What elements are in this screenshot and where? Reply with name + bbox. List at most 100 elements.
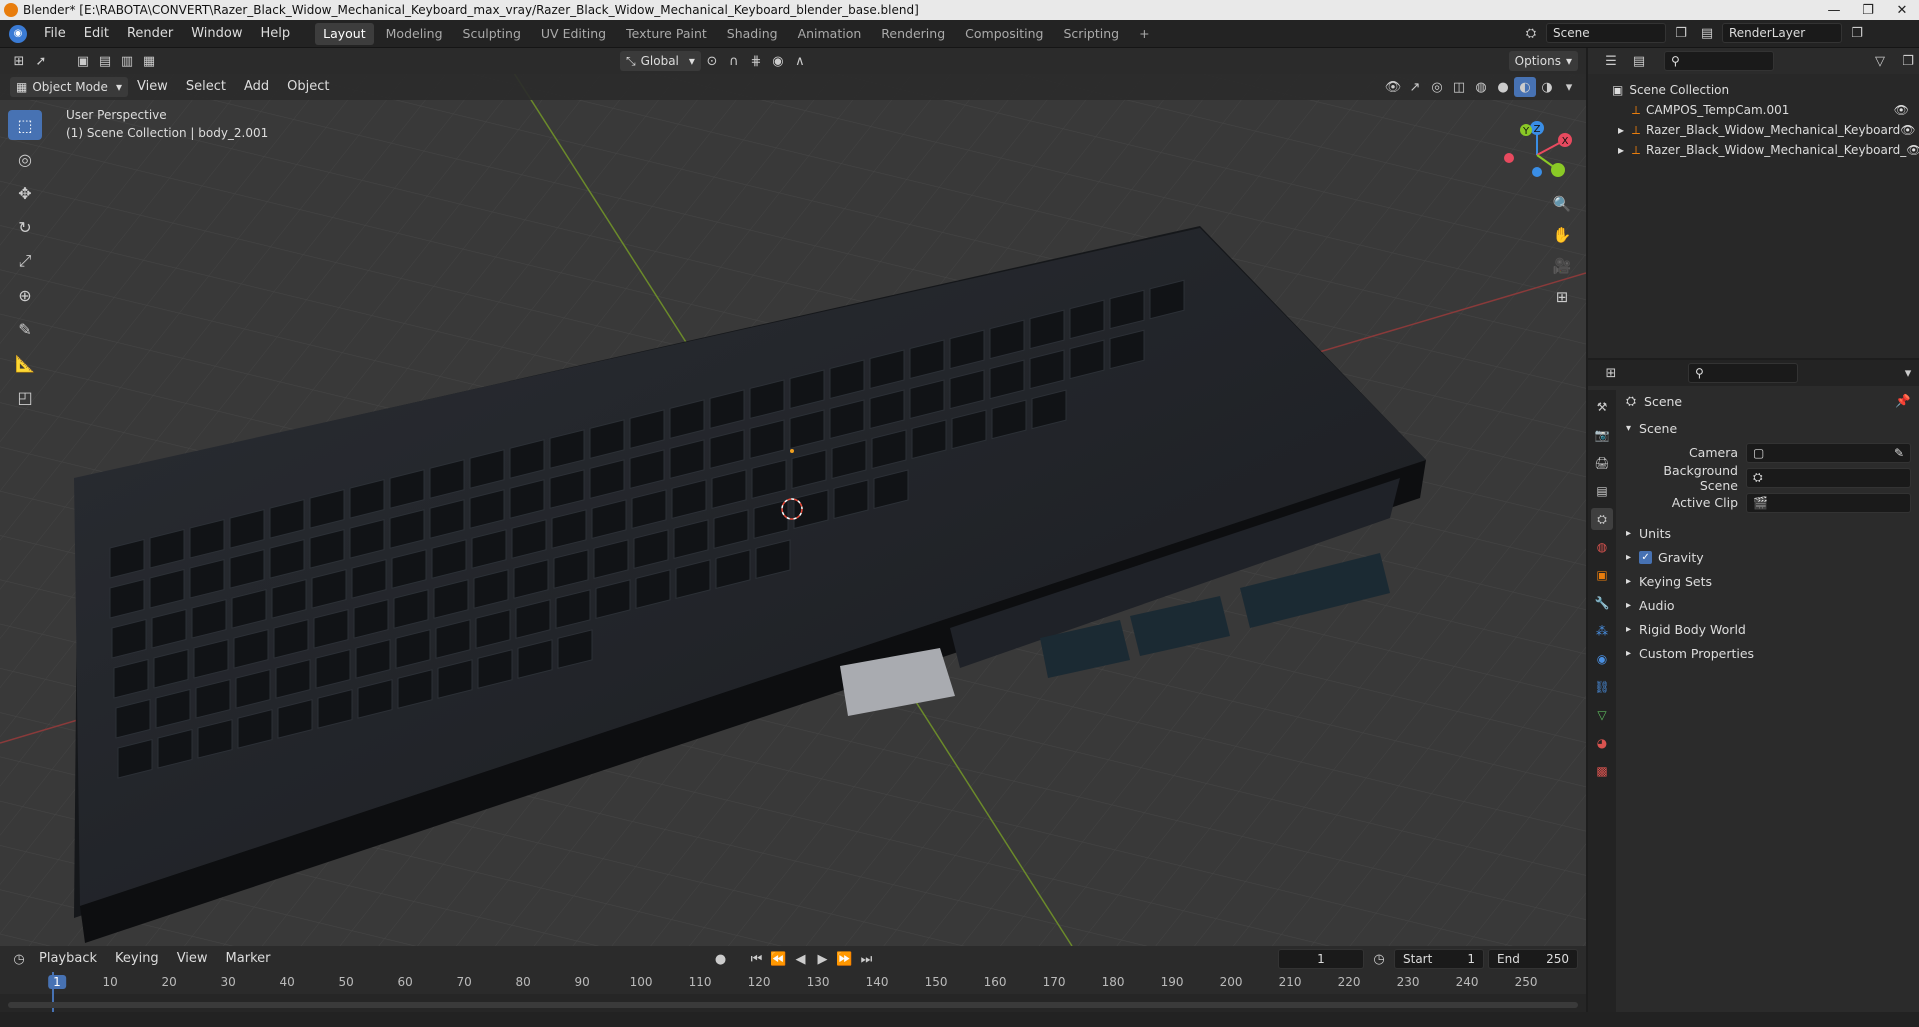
audio-panel-header[interactable]: ▸ Audio [1626, 593, 1911, 617]
background-scene-field[interactable]: ⛭ [1746, 467, 1911, 488]
viewport-menu-view[interactable]: View [128, 73, 177, 101]
render-tab-icon[interactable]: 📷 [1591, 424, 1613, 446]
gravity-checkbox[interactable]: ✓ [1639, 550, 1653, 564]
gizmo-y-label[interactable]: Y [1522, 126, 1530, 137]
tab-compositing[interactable]: Compositing [957, 23, 1051, 45]
select-tool-icon[interactable]: ➚ [30, 51, 52, 71]
record-icon[interactable]: ● [709, 949, 731, 969]
expand-arrow-icon[interactable]: ▸ [1618, 123, 1624, 137]
properties-editor-type-icon[interactable]: ⊞ [1600, 363, 1622, 383]
measure-tool-icon[interactable]: 📐 [8, 348, 42, 378]
menu-window[interactable]: Window [182, 20, 251, 48]
move-tool-icon[interactable]: ✥ [8, 178, 42, 208]
scale-tool-icon[interactable]: ⤢ [8, 246, 42, 276]
outliner-search-input[interactable]: ⚲ [1664, 51, 1774, 71]
select-box-invert-icon[interactable]: ▦ [138, 51, 160, 71]
tab-scripting[interactable]: Scripting [1056, 23, 1128, 45]
timeline-editor-type-icon[interactable]: ◷ [8, 949, 30, 969]
tab-texture-paint[interactable]: Texture Paint [618, 23, 715, 45]
expand-arrow-icon[interactable]: ▸ [1618, 143, 1624, 157]
tab-modeling[interactable]: Modeling [378, 23, 451, 45]
menu-edit[interactable]: Edit [75, 20, 118, 48]
annotate-tool-icon[interactable]: ✎ [8, 314, 42, 344]
timeline-menu-keying[interactable]: Keying [106, 945, 168, 973]
play-reverse-icon[interactable]: ◀ [789, 949, 811, 969]
maximize-button[interactable]: ❐ [1851, 0, 1885, 20]
output-tab-icon[interactable]: 🖨 [1591, 452, 1613, 474]
add-cube-tool-icon[interactable]: ◰ [8, 382, 42, 412]
tab-uv-editing[interactable]: UV Editing [533, 23, 614, 45]
minimize-button[interactable]: — [1817, 0, 1851, 20]
camera-field[interactable]: ▢ ✎ [1746, 442, 1911, 463]
eye-icon[interactable]: 👁 [1906, 143, 1919, 157]
menu-render[interactable]: Render [118, 20, 182, 48]
tab-layout[interactable]: Layout [315, 22, 374, 45]
material-tab-icon[interactable]: ◕ [1591, 732, 1613, 754]
viewport-menu-add[interactable]: Add [235, 73, 278, 101]
solid-shading-icon[interactable]: ● [1492, 77, 1514, 97]
pivot-point-icon[interactable]: ⊙ [701, 51, 723, 71]
viewport-menu-object[interactable]: Object [278, 73, 338, 101]
gravity-panel-header[interactable]: ▸ ✓ Gravity [1626, 545, 1911, 569]
tool-tab-icon[interactable]: ⚒ [1591, 396, 1613, 418]
chevron-down-icon[interactable]: ▾ [1897, 363, 1919, 383]
timeline-menu-marker[interactable]: Marker [217, 945, 280, 973]
outliner-editor-type-icon[interactable]: ☰ [1600, 51, 1622, 71]
scene-tab-icon[interactable]: ⛭ [1591, 508, 1613, 530]
data-tab-icon[interactable]: ▽ [1591, 704, 1613, 726]
menu-help[interactable]: Help [252, 20, 300, 48]
proportional-editing-icon[interactable]: ◉ [767, 51, 789, 71]
xray-toggle-icon[interactable]: ◫ [1448, 77, 1470, 97]
material-shading-icon[interactable]: ◐ [1514, 77, 1536, 97]
timeline-menu-view[interactable]: View [168, 945, 217, 973]
timeline-scrollbar[interactable] [8, 1002, 1578, 1008]
tab-rendering[interactable]: Rendering [873, 23, 953, 45]
eyedropper-icon[interactable]: ✎ [1894, 446, 1904, 460]
jump-end-icon[interactable]: ⏭ [855, 949, 877, 969]
mode-dropdown[interactable]: ▦ Object Mode ▾ [10, 77, 128, 97]
custom-properties-panel-header[interactable]: ▸ Custom Properties [1626, 641, 1911, 665]
play-icon[interactable]: ▶ [811, 949, 833, 969]
pan-hand-icon[interactable]: ✋ [1548, 221, 1576, 249]
gizmo-x-label[interactable]: X [1562, 136, 1569, 147]
camera-view-icon[interactable]: 🎥 [1548, 252, 1576, 280]
select-box-new-icon[interactable]: ▣ [72, 51, 94, 71]
pin-icon[interactable]: 📌 [1895, 393, 1911, 409]
copy-layer-icon[interactable]: ❐ [1846, 23, 1868, 43]
transform-orientation-dropdown[interactable]: ⤡ Global ▾ [620, 51, 701, 71]
viewport-menu-select[interactable]: Select [177, 73, 235, 101]
jump-keyframe-back-icon[interactable]: ⏪ [767, 949, 789, 969]
rendered-shading-icon[interactable]: ◑ [1536, 77, 1558, 97]
timeline-menu-playback[interactable]: Playback [30, 945, 106, 973]
tab-sculpting[interactable]: Sculpting [455, 23, 529, 45]
keying-sets-panel-header[interactable]: ▸ Keying Sets [1626, 569, 1911, 593]
blender-menu-icon[interactable]: ◉ [9, 24, 27, 43]
object-tab-icon[interactable]: ▣ [1591, 564, 1613, 586]
eye-icon[interactable]: 👁 [1900, 123, 1915, 137]
falloff-icon[interactable]: ∧ [789, 51, 811, 71]
world-tab-icon[interactable]: ◍ [1591, 536, 1613, 558]
preview-range-icon[interactable]: ◷ [1368, 949, 1390, 969]
texture-tab-icon[interactable]: ▩ [1591, 760, 1613, 782]
properties-search-input[interactable]: ⚲ [1688, 363, 1798, 383]
units-panel-header[interactable]: ▸ Units [1626, 521, 1911, 545]
filter-icon[interactable]: ▽ [1869, 51, 1891, 71]
tab-shading[interactable]: Shading [719, 23, 786, 45]
menu-file[interactable]: File [35, 20, 75, 48]
jump-start-icon[interactable]: ⏮ [745, 949, 767, 969]
particles-tab-icon[interactable]: ⁂ [1591, 620, 1613, 642]
options-dropdown[interactable]: Options ▾ [1508, 51, 1578, 71]
start-frame-field[interactable]: Start 1 [1394, 949, 1484, 969]
zoom-icon[interactable]: 🔍 [1548, 190, 1576, 218]
current-frame-field[interactable]: 1 [1278, 949, 1364, 969]
gizmo-z-label[interactable]: Z [1534, 124, 1541, 135]
view-layer-tab-icon[interactable]: ▤ [1591, 480, 1613, 502]
select-box-subtract-icon[interactable]: ▥ [116, 51, 138, 71]
timeline-area[interactable]: 1 10 20 30 40 50 60 70 80 90 100 110 120 130 140 150 160… [0, 972, 1586, 1012]
close-button[interactable]: ✕ [1885, 0, 1919, 20]
eye-icon[interactable]: 👁 [1894, 103, 1909, 117]
cursor-tool-icon[interactable]: ◎ [8, 144, 42, 174]
outliner-item[interactable]: ▸ ⟂ Razer_Black_Widow_Mechanical_Keyboar… [1612, 120, 1919, 140]
ortho-grid-icon[interactable]: ⊞ [1548, 283, 1576, 311]
snap-icon[interactable]: ∩ [723, 51, 745, 71]
